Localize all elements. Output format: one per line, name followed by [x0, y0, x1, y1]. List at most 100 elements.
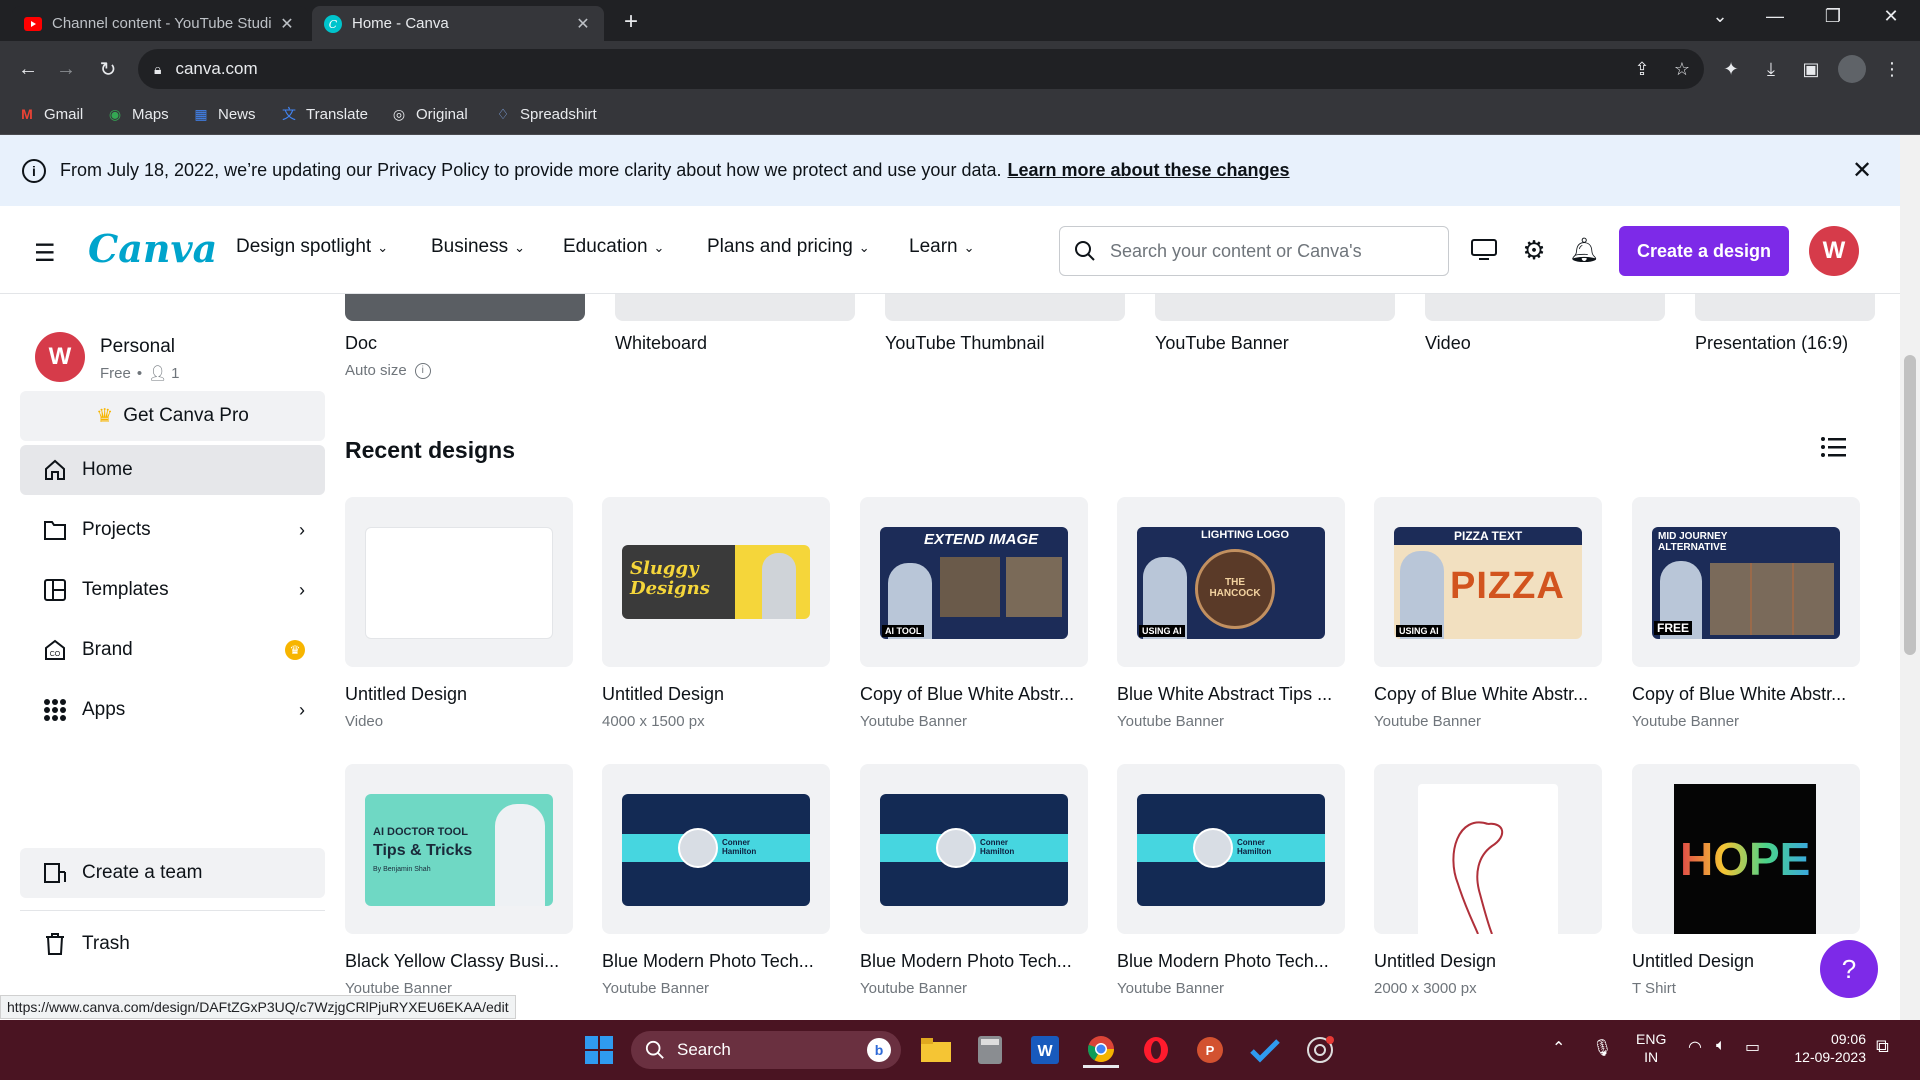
user-avatar[interactable]: W — [1809, 226, 1859, 276]
bookmark-maps[interactable]: ◉ Maps — [106, 105, 169, 123]
create-team-button[interactable]: Create a team — [20, 848, 325, 898]
bookmark-news[interactable]: ▦ News — [192, 105, 255, 123]
design-card[interactable]: Conner Hamilton Blue Modern Photo Tech..… — [1117, 764, 1345, 997]
tab-search-icon[interactable]: ⌄ — [1700, 6, 1740, 27]
sidepanel-icon[interactable]: ▣ — [1797, 55, 1825, 83]
canva-logo[interactable]: Canva — [88, 226, 217, 271]
nav-learn[interactable]: Learn ⌄ — [909, 236, 975, 258]
list-view-icon[interactable] — [1820, 435, 1850, 465]
sidebar-item-apps[interactable]: Apps › — [20, 685, 325, 735]
powerpoint-icon[interactable]: P — [1192, 1032, 1228, 1068]
battery-icon[interactable]: ▭ — [1745, 1037, 1760, 1057]
design-card[interactable]: Untitled Design Video — [345, 497, 573, 730]
todo-check-icon[interactable] — [1247, 1032, 1283, 1068]
sidebar-item-templates[interactable]: Templates › — [20, 565, 325, 615]
design-card[interactable]: Conner Hamilton Blue Modern Photo Tech..… — [860, 764, 1088, 997]
profile-avatar[interactable] — [1838, 55, 1866, 83]
account-name[interactable]: Personal — [100, 336, 175, 358]
chrome-icon[interactable] — [1083, 1032, 1119, 1068]
thumb-text: THE HANCOCK — [1209, 577, 1261, 599]
language-indicator[interactable]: ENG IN — [1636, 1030, 1666, 1066]
sidebar-item-projects[interactable]: Projects › — [20, 505, 325, 555]
ai-doctor-thumb: AI DOCTOR TOOL Tips & Tricks By Benjamin… — [365, 794, 553, 906]
windows-start-icon[interactable] — [581, 1032, 617, 1068]
share-icon[interactable]: ⇪ — [1628, 55, 1656, 83]
taskbar-search[interactable]: Search b — [631, 1031, 901, 1069]
bookmark-gmail[interactable]: M Gmail — [18, 105, 83, 123]
tab-youtube-studio[interactable]: Channel content - YouTube Studi ✕ — [12, 6, 308, 41]
design-type-whiteboard[interactable]: Whiteboard — [615, 294, 855, 354]
create-design-button[interactable]: Create a design — [1619, 226, 1789, 276]
clock[interactable]: 09:06 12-09-2023 — [1784, 1030, 1866, 1066]
sidebar-item-home[interactable]: Home — [20, 445, 325, 495]
design-card[interactable]: Untitled Design 2000 x 3000 px — [1374, 764, 1602, 997]
settings-gear-icon[interactable]: ⚙ — [1518, 234, 1550, 266]
desktop-app-icon[interactable] — [1468, 234, 1500, 266]
microphone-icon[interactable]: 🎙︎ — [1592, 1038, 1612, 1058]
word-icon[interactable]: W — [1027, 1032, 1063, 1068]
nav-label: Business — [431, 236, 509, 257]
close-icon[interactable]: ✕ — [278, 14, 296, 34]
bookmark-translate[interactable]: 文 Translate — [280, 105, 368, 123]
help-button[interactable]: ? — [1820, 940, 1878, 998]
sidebar-item-trash[interactable]: Trash — [20, 919, 325, 969]
minimize-icon[interactable]: — — [1755, 6, 1795, 27]
hamburger-menu-icon[interactable]: ☰ — [34, 239, 56, 268]
nav-education[interactable]: Education ⌄ — [563, 236, 664, 258]
design-card[interactable]: Conner Hamilton Blue Modern Photo Tech..… — [602, 764, 830, 997]
design-type-doc[interactable]: Doc Auto size i — [345, 294, 585, 379]
extensions-icon[interactable]: ✦ — [1717, 55, 1745, 83]
design-card[interactable]: EXTEND IMAGE AI TOOL Copy of Blue White … — [860, 497, 1088, 730]
nav-design-spotlight[interactable]: Design spotlight ⌄ — [236, 236, 388, 258]
new-tab-icon[interactable]: + — [624, 8, 638, 36]
sidebar-avatar[interactable]: W — [35, 332, 85, 382]
search-input[interactable]: Search your content or Canva's — [1059, 226, 1449, 276]
url-bar[interactable]: 🔒︎ canva.com — [138, 49, 1704, 89]
design-card[interactable]: MID JOURNEY ALTERNATIVE FREE Copy of Blu… — [1632, 497, 1860, 730]
design-card[interactable]: Sluggy Designs Untitled Design 4000 x 15… — [602, 497, 830, 730]
forward-icon[interactable]: → — [50, 53, 82, 85]
close-icon[interactable]: ✕ — [1852, 156, 1872, 185]
notification-bell-icon[interactable]: 🔔︎ — [1568, 234, 1600, 266]
design-card[interactable]: AI DOCTOR TOOL Tips & Tricks By Benjamin… — [345, 764, 573, 997]
design-type-youtube-banner[interactable]: YouTube Banner — [1155, 294, 1395, 354]
chevron-right-icon: › — [299, 699, 305, 720]
menu-dots-icon[interactable]: ⋮ — [1878, 55, 1906, 83]
image-grid — [1710, 563, 1834, 635]
bookmark-spreadshirt[interactable]: ♢ Spreadshirt — [494, 105, 597, 123]
bookmark-original[interactable]: ◎ Original — [390, 105, 468, 123]
info-icon[interactable]: i — [414, 362, 431, 379]
volume-icon[interactable]: 🔈︎ — [1716, 1037, 1726, 1055]
get-canva-pro-button[interactable]: ♛ Get Canva Pro — [20, 391, 325, 441]
design-type-presentation[interactable]: Presentation (16:9) — [1695, 294, 1875, 354]
photo-panel — [1006, 557, 1062, 617]
design-card[interactable]: PIZZA TEXT PIZZA USING AI Copy of Blue W… — [1374, 497, 1602, 730]
download-icon[interactable]: ⤓ — [1757, 55, 1785, 83]
star-icon[interactable]: ☆ — [1668, 55, 1696, 83]
sidebar-item-brand[interactable]: CO Brand ♛ — [20, 625, 325, 675]
nav-plans-pricing[interactable]: Plans and pricing ⌄ — [707, 236, 870, 258]
nav-business[interactable]: Business ⌄ — [431, 236, 525, 258]
design-card[interactable]: LIGHTING LOGO THE HANCOCK USING AI Blue … — [1117, 497, 1345, 730]
back-icon[interactable]: ← — [12, 53, 44, 85]
banner-link[interactable]: Learn more about these changes — [1007, 160, 1289, 181]
file-explorer-icon[interactable] — [918, 1032, 954, 1068]
notification-icon[interactable]: ⧉ — [1876, 1036, 1889, 1057]
thumb-text: USING AI — [1396, 625, 1442, 637]
window-close-icon[interactable]: ✕ — [1871, 6, 1911, 27]
design-type-label: Presentation (16:9) — [1695, 333, 1849, 353]
design-type-video[interactable]: Video — [1425, 294, 1665, 354]
design-type-youtube-thumbnail[interactable]: YouTube Thumbnail — [885, 294, 1125, 354]
calculator-icon[interactable] — [972, 1032, 1008, 1068]
reload-icon[interactable]: ↻ — [92, 53, 124, 85]
page-scrollbar[interactable] — [1900, 135, 1920, 1020]
chrome-beta-icon[interactable] — [1302, 1032, 1338, 1068]
close-icon[interactable]: ✕ — [574, 14, 592, 34]
maximize-icon[interactable]: ❐ — [1813, 6, 1853, 27]
tab-canva-home[interactable]: C Home - Canva ✕ — [312, 6, 604, 41]
design-thumbnail: Conner Hamilton — [1117, 764, 1345, 934]
opera-icon[interactable] — [1138, 1032, 1174, 1068]
wifi-icon[interactable]: ◠ — [1688, 1037, 1702, 1057]
tray-chevron-icon[interactable]: ⌃ — [1552, 1038, 1565, 1058]
scrollbar-thumb[interactable] — [1904, 355, 1916, 655]
